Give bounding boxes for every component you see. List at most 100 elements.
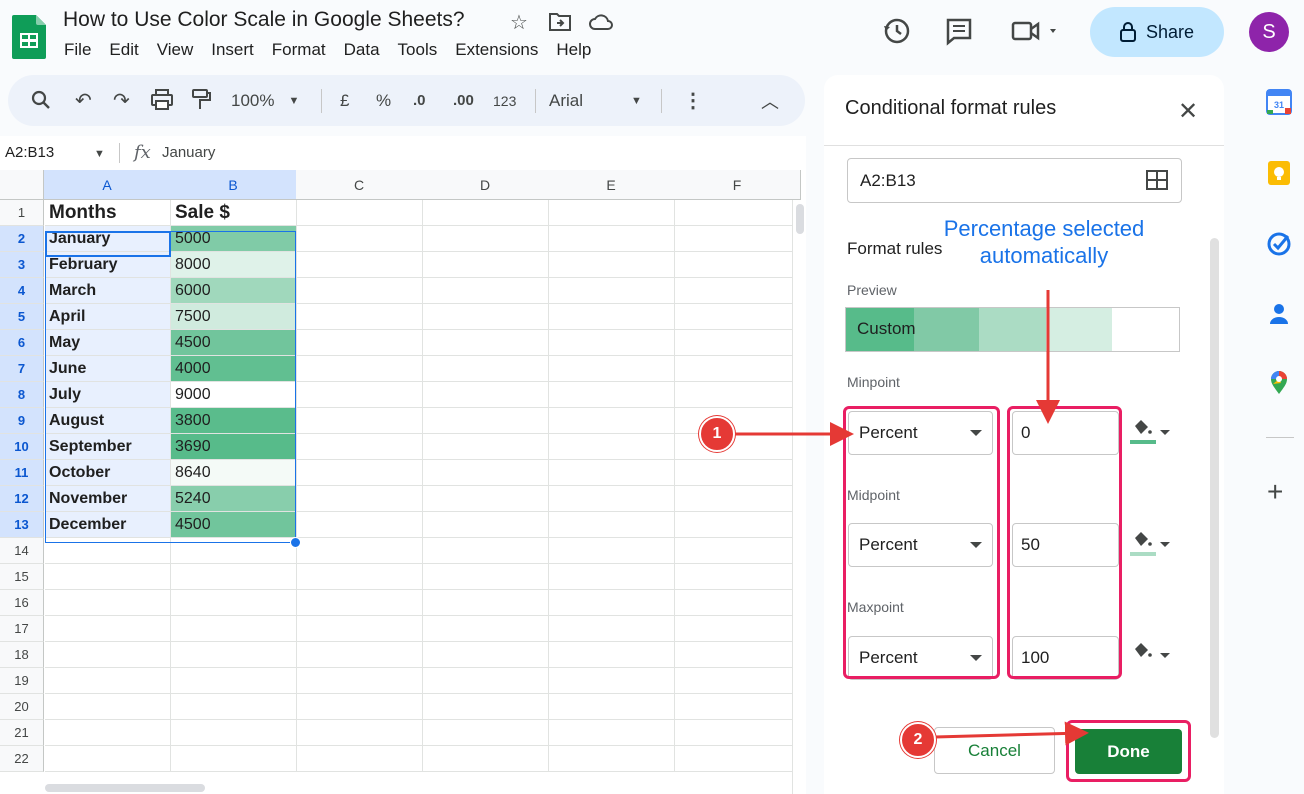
menu-extensions[interactable]: Extensions xyxy=(455,40,538,60)
row-header[interactable]: 21 xyxy=(0,720,44,746)
cell[interactable] xyxy=(171,668,297,694)
cell[interactable] xyxy=(423,252,549,278)
avatar[interactable]: S xyxy=(1249,12,1289,52)
cell[interactable] xyxy=(675,668,801,694)
column-header[interactable]: F xyxy=(674,170,801,200)
zoom-select[interactable]: 100% ▼ xyxy=(231,75,299,126)
cell[interactable] xyxy=(423,668,549,694)
cell[interactable] xyxy=(45,590,171,616)
cell[interactable]: 4000 xyxy=(171,356,297,382)
cell[interactable] xyxy=(675,642,801,668)
cell[interactable] xyxy=(297,590,423,616)
cell[interactable] xyxy=(297,564,423,590)
cell[interactable] xyxy=(675,590,801,616)
cell[interactable] xyxy=(675,460,801,486)
cell[interactable] xyxy=(297,694,423,720)
cell[interactable] xyxy=(423,642,549,668)
row-header[interactable]: 13 xyxy=(0,512,44,538)
cell[interactable] xyxy=(549,668,675,694)
cell[interactable] xyxy=(549,486,675,512)
cell[interactable]: March xyxy=(45,278,171,304)
cell[interactable] xyxy=(423,460,549,486)
cell[interactable] xyxy=(423,356,549,382)
row-header[interactable]: 2 xyxy=(0,226,44,252)
select-range-icon[interactable] xyxy=(1146,170,1168,190)
row-header[interactable]: 3 xyxy=(0,252,44,278)
cell[interactable]: September xyxy=(45,434,171,460)
cell[interactable] xyxy=(675,746,801,772)
cell[interactable] xyxy=(45,720,171,746)
cell[interactable] xyxy=(297,304,423,330)
cell[interactable]: 8000 xyxy=(171,252,297,278)
cell[interactable] xyxy=(423,564,549,590)
cell[interactable] xyxy=(45,642,171,668)
cell[interactable]: February xyxy=(45,252,171,278)
fill-handle[interactable] xyxy=(290,537,301,548)
cell[interactable]: December xyxy=(45,512,171,538)
row-header[interactable]: 5 xyxy=(0,304,44,330)
paint-format-icon[interactable] xyxy=(190,75,212,126)
font-select[interactable]: Arial ▼ xyxy=(549,75,649,126)
row-header[interactable]: 11 xyxy=(0,460,44,486)
cell[interactable] xyxy=(675,304,801,330)
cell[interactable] xyxy=(675,616,801,642)
cell[interactable]: May xyxy=(45,330,171,356)
cell[interactable] xyxy=(171,538,297,564)
calendar-icon[interactable]: 31 xyxy=(1266,89,1292,115)
range-input[interactable]: A2:B13 xyxy=(847,158,1182,203)
close-icon[interactable]: ✕ xyxy=(1178,97,1198,126)
sheets-logo[interactable] xyxy=(12,15,46,59)
cloud-saved-icon[interactable] xyxy=(588,13,614,31)
column-header[interactable]: A xyxy=(44,170,171,200)
print-icon[interactable] xyxy=(150,75,174,126)
cell[interactable] xyxy=(297,512,423,538)
cell[interactable]: 5000 xyxy=(171,226,297,252)
column-header[interactable]: B xyxy=(170,170,297,200)
row-header[interactable]: 22 xyxy=(0,746,44,772)
cell[interactable] xyxy=(171,642,297,668)
cell[interactable] xyxy=(297,616,423,642)
row-header[interactable]: 6 xyxy=(0,330,44,356)
cell[interactable] xyxy=(423,226,549,252)
panel-scrollbar[interactable] xyxy=(1210,238,1219,738)
cell[interactable] xyxy=(423,382,549,408)
menu-view[interactable]: View xyxy=(157,40,194,60)
column-header[interactable]: C xyxy=(296,170,423,200)
cell[interactable]: 9000 xyxy=(171,382,297,408)
cell[interactable] xyxy=(45,538,171,564)
cell[interactable] xyxy=(549,408,675,434)
menu-file[interactable]: File xyxy=(64,40,91,60)
cell[interactable] xyxy=(297,434,423,460)
add-addon-icon[interactable]: + xyxy=(1267,478,1283,506)
cell[interactable] xyxy=(675,200,801,226)
document-title[interactable]: How to Use Color Scale in Google Sheets? xyxy=(63,8,465,32)
cell[interactable] xyxy=(423,538,549,564)
cell[interactable]: October xyxy=(45,460,171,486)
menu-edit[interactable]: Edit xyxy=(109,40,138,60)
cell[interactable] xyxy=(549,356,675,382)
keep-icon[interactable] xyxy=(1266,160,1292,186)
decrease-decimal-button[interactable]: .0 xyxy=(413,75,426,126)
cell[interactable] xyxy=(423,694,549,720)
cell[interactable]: Months xyxy=(45,200,171,226)
column-header[interactable]: D xyxy=(422,170,549,200)
cell[interactable]: July xyxy=(45,382,171,408)
menu-insert[interactable]: Insert xyxy=(211,40,254,60)
cell[interactable] xyxy=(675,408,801,434)
cell[interactable] xyxy=(45,694,171,720)
cell[interactable] xyxy=(171,564,297,590)
cell[interactable] xyxy=(171,616,297,642)
cell[interactable] xyxy=(423,278,549,304)
cell[interactable] xyxy=(675,382,801,408)
maps-icon[interactable] xyxy=(1266,369,1292,395)
cell[interactable]: Sale $ xyxy=(171,200,297,226)
collapse-toolbar-icon[interactable]: ︿ xyxy=(761,75,779,126)
cell[interactable] xyxy=(297,486,423,512)
cell[interactable] xyxy=(171,694,297,720)
cell[interactable] xyxy=(423,616,549,642)
cell[interactable] xyxy=(675,434,801,460)
cell[interactable] xyxy=(171,590,297,616)
name-box[interactable]: A2:B13 xyxy=(5,144,54,161)
horizontal-scrollbar[interactable] xyxy=(45,784,205,792)
row-header[interactable]: 12 xyxy=(0,486,44,512)
